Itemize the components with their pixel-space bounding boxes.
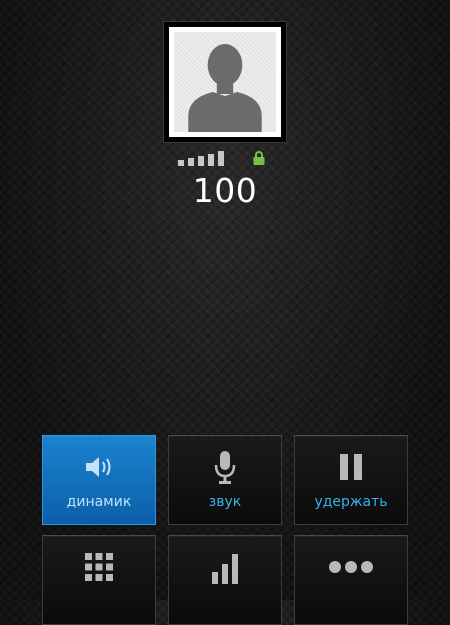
speaker-label: динамик — [66, 494, 132, 510]
hold-button[interactable]: удержать — [294, 435, 408, 525]
pause-icon — [340, 454, 362, 480]
lock-icon — [253, 151, 265, 165]
microphone-icon — [214, 451, 236, 484]
dialpad-icon — [85, 553, 113, 581]
add-call-button[interactable] — [168, 535, 282, 625]
more-button[interactable] — [294, 535, 408, 625]
speaker-icon — [86, 457, 111, 477]
mute-label: звук — [208, 494, 242, 510]
more-icon — [329, 561, 373, 573]
speaker-button[interactable]: динамик — [42, 435, 156, 525]
person-silhouette-icon — [188, 44, 262, 132]
keypad-button[interactable] — [42, 535, 156, 625]
bars-icon — [212, 554, 238, 584]
contact-photo — [163, 21, 287, 143]
hold-label: удержать — [314, 494, 388, 510]
signal-strength-icon — [178, 151, 224, 166]
mute-button[interactable]: звук — [168, 435, 282, 525]
caller-number: 100 — [192, 171, 258, 210]
call-status-row — [178, 150, 274, 166]
